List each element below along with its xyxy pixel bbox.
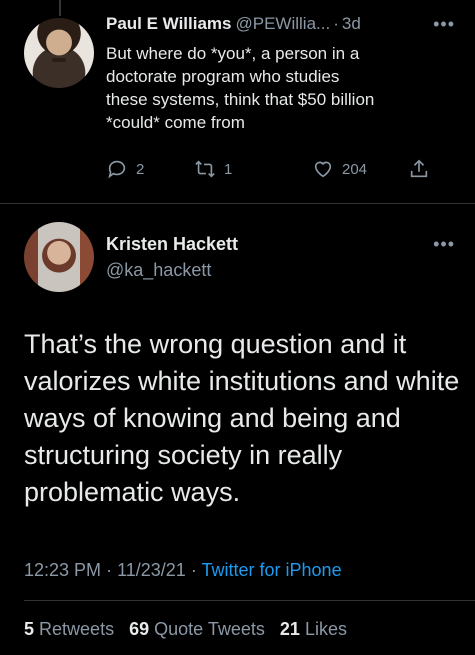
tweet-meta: 12:23 PM · 11/23/21 · Twitter for iPhone bbox=[24, 560, 342, 581]
separator: · bbox=[190, 560, 197, 580]
tweet-date[interactable]: 11/23/21 bbox=[117, 560, 186, 580]
reply-button[interactable]: 2 bbox=[106, 158, 144, 180]
likes-count: 21 bbox=[279, 619, 300, 639]
retweets-count: 5 bbox=[24, 619, 35, 639]
retweet-button[interactable]: 1 bbox=[194, 158, 232, 180]
share-upload-icon bbox=[410, 159, 428, 178]
speech-bubble-icon bbox=[108, 160, 126, 179]
author-name[interactable]: Paul E Williams bbox=[106, 14, 232, 33]
tweet-time[interactable]: 12:23 PM bbox=[24, 560, 101, 580]
author-handle[interactable]: @ka_hackett bbox=[106, 260, 211, 281]
stats-divider bbox=[24, 600, 475, 601]
heart-icon bbox=[314, 161, 332, 178]
author-name[interactable]: Kristen Hackett bbox=[106, 234, 238, 255]
retweets-stat[interactable]: 5 Retweets bbox=[24, 619, 114, 639]
quote-tweets-label: Quote Tweets bbox=[154, 619, 265, 639]
retweet-arrows-icon bbox=[195, 160, 215, 178]
likes-stat[interactable]: 21 Likes bbox=[280, 619, 347, 639]
tweet-divider bbox=[0, 203, 475, 204]
quote-tweets-stat[interactable]: 69 Quote Tweets bbox=[129, 619, 265, 639]
avatar-detail bbox=[52, 58, 66, 62]
reply-tweet-header: Paul E Williams @PEWillia... · 3d bbox=[106, 14, 361, 34]
ellipsis-icon[interactable]: ••• bbox=[433, 14, 455, 35]
reply-count: 2 bbox=[136, 160, 145, 178]
separator: · bbox=[333, 14, 339, 33]
ellipsis-icon[interactable]: ••• bbox=[433, 234, 455, 255]
reply-tweet[interactable]: Paul E Williams @PEWillia... · 3d ••• But w… bbox=[0, 0, 475, 204]
tweet-text: That’s the wrong question and it valoriz… bbox=[24, 329, 460, 507]
likes-label: Likes bbox=[304, 619, 347, 639]
separator: · bbox=[106, 560, 113, 580]
like-count: 204 bbox=[342, 160, 368, 178]
tweet-stats: 5 Retweets 69 Quote Tweets 21 Likes bbox=[24, 619, 347, 640]
share-button[interactable] bbox=[408, 158, 438, 180]
avatar[interactable] bbox=[24, 18, 94, 88]
author-handle[interactable]: @PEWillia... bbox=[236, 14, 331, 33]
avatar[interactable] bbox=[24, 222, 94, 292]
tweet-actions: 2 1 204 bbox=[106, 158, 446, 184]
tweet-text: But where do *you*, a person in a doctor… bbox=[106, 44, 375, 132]
like-button[interactable]: 204 bbox=[312, 158, 367, 180]
retweet-count: 1 bbox=[224, 160, 233, 178]
quote-tweets-count: 69 bbox=[129, 619, 150, 639]
tweet-timestamp[interactable]: 3d bbox=[342, 14, 361, 33]
tweet-source-link[interactable]: Twitter for iPhone bbox=[202, 560, 342, 580]
retweets-label: Retweets bbox=[39, 619, 115, 639]
